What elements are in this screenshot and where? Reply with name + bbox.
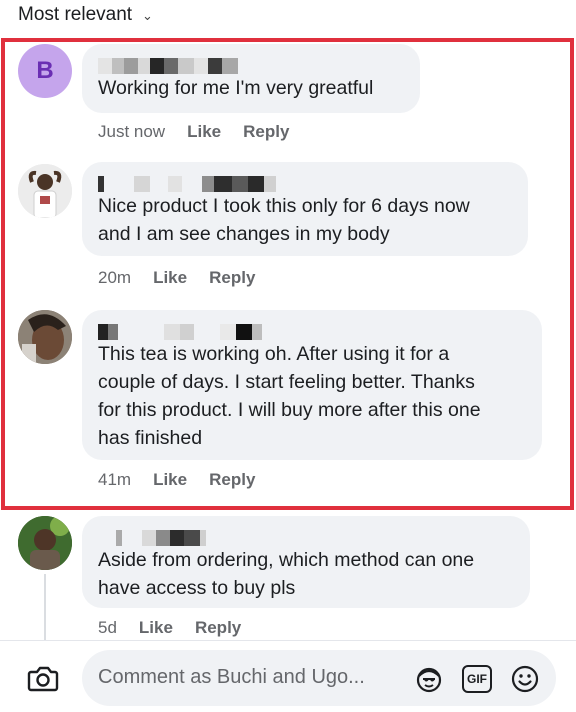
- emoji-icon[interactable]: [510, 664, 540, 694]
- reply-button[interactable]: Reply: [209, 268, 255, 288]
- comment-time: Just now: [98, 122, 166, 141]
- comment-text: Working for me I'm very greatful: [98, 77, 374, 99]
- comment-input[interactable]: Comment as Buchi and Ugo... GIF: [82, 650, 556, 706]
- gif-icon[interactable]: GIF: [462, 665, 492, 693]
- user-avatar-image: [18, 310, 72, 364]
- comment-time: 20m: [98, 268, 132, 287]
- comment-text-line: for this product. I will buy more after …: [98, 399, 481, 421]
- like-button[interactable]: Like: [139, 618, 173, 638]
- reply-button[interactable]: Reply: [195, 618, 241, 638]
- comment-time: 41m: [98, 470, 132, 489]
- user-avatar-image: [18, 516, 72, 570]
- camera-icon[interactable]: [26, 661, 60, 695]
- like-button[interactable]: Like: [153, 470, 187, 490]
- like-button[interactable]: Like: [187, 122, 221, 142]
- comment-composer: Comment as Buchi and Ugo... GIF: [0, 640, 576, 712]
- comment-input-placeholder: Comment as Buchi and Ugo...: [98, 666, 365, 688]
- comment-actions: Just now Like Reply: [98, 122, 289, 142]
- comment-bubble[interactable]: This tea is working oh. After using it f…: [82, 310, 542, 460]
- comment-text-line: Aside from ordering, which method can on…: [98, 549, 475, 571]
- comment-actions: 5d Like Reply: [98, 618, 241, 638]
- comment-text-line: have access to buy pls: [98, 577, 296, 599]
- comment-text-line: and I am see changes in my body: [98, 223, 390, 245]
- avatar-letter: B: [36, 57, 54, 84]
- avatar[interactable]: [18, 516, 72, 570]
- redacted-name: [98, 56, 404, 74]
- redacted-name: [98, 174, 512, 192]
- comment-text-line: has finished: [98, 427, 203, 449]
- reply-button[interactable]: Reply: [243, 122, 289, 142]
- avatar-sticker-icon[interactable]: [414, 664, 444, 694]
- comment-text-line: This tea is working oh. After using it f…: [98, 343, 450, 365]
- comment-bubble[interactable]: Nice product I took this only for 6 days…: [82, 162, 528, 256]
- gif-label: GIF: [467, 672, 487, 686]
- comment-actions: 20m Like Reply: [98, 268, 255, 288]
- redacted-name: [98, 322, 526, 340]
- avatar[interactable]: [18, 164, 72, 218]
- like-button[interactable]: Like: [153, 268, 187, 288]
- comment-time: 5d: [98, 618, 117, 637]
- user-avatar-image: [18, 164, 72, 218]
- comment-text-line: Nice product I took this only for 6 days…: [98, 195, 470, 217]
- thread-line: [44, 574, 46, 640]
- avatar[interactable]: B: [18, 44, 72, 98]
- comment-actions: 41m Like Reply: [98, 470, 255, 490]
- reply-button[interactable]: Reply: [209, 470, 255, 490]
- sort-label: Most relevant: [18, 4, 133, 25]
- chevron-down-icon: ⌄: [142, 8, 153, 23]
- sort-selector[interactable]: Most relevant ⌄: [18, 2, 153, 28]
- comment-text-line: couple of days. I start feeling better. …: [98, 371, 475, 393]
- redacted-name: [98, 528, 514, 546]
- comment-bubble[interactable]: Aside from ordering, which method can on…: [82, 516, 530, 608]
- avatar[interactable]: [18, 310, 72, 364]
- comment-bubble[interactable]: Working for me I'm very greatful: [82, 44, 420, 113]
